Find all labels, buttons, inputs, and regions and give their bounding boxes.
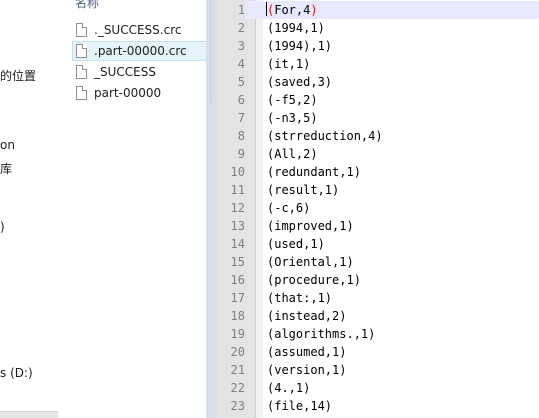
- line-text: (it,1): [267, 57, 311, 71]
- line-text: (file,14): [267, 399, 333, 413]
- brace-match-close: ): [310, 3, 318, 17]
- splitter-divider: [210, 0, 211, 102]
- line-text: (improved,1): [267, 219, 354, 233]
- line-number: 7: [237, 111, 245, 125]
- line-number: 13: [230, 219, 245, 233]
- editor-line[interactable]: 18 (instead,2): [217, 307, 539, 325]
- line-text: (-f5,2): [267, 93, 318, 107]
- editor-line[interactable]: 8 (strreduction,4): [217, 127, 539, 145]
- navigation-pane: 的位置 on 库 ) s (D:): [0, 0, 59, 418]
- line-number: 5: [237, 75, 245, 89]
- editor-line[interactable]: 2 (1994,1): [217, 19, 539, 37]
- line-text: (version,1): [267, 363, 347, 377]
- editor-line[interactable]: 3 (1994),1): [217, 37, 539, 55]
- line-text: (4.,1): [267, 381, 311, 395]
- line-text: (strreduction,4): [267, 129, 383, 143]
- file-name: ._SUCCESS.crc: [94, 23, 182, 37]
- file-icon: [76, 86, 87, 100]
- editor-line[interactable]: 9 (All,2): [217, 145, 539, 163]
- line-text: (All,2): [267, 147, 318, 161]
- line-number: 16: [230, 273, 245, 287]
- line-number: 21: [230, 363, 245, 377]
- editor-line[interactable]: 15 (Oriental,1): [217, 253, 539, 271]
- line-number: 17: [230, 291, 245, 305]
- line-text-middle: For,4: [274, 3, 311, 17]
- editor-line[interactable]: 21 (version,1): [217, 361, 539, 379]
- file-icon: [76, 44, 87, 58]
- line-text: (-c,6): [267, 201, 311, 215]
- line-number: 4: [237, 57, 245, 71]
- line-text: (Oriental,1): [267, 255, 354, 269]
- editor-line[interactable]: 19 (algorithms.,1): [217, 325, 539, 343]
- file-list-pane: 名称 ._SUCCESS.crc .part-00000.crc _SUCCES…: [58, 0, 206, 418]
- line-text: (used,1): [267, 237, 325, 251]
- editor-line[interactable]: 13 (improved,1): [217, 217, 539, 235]
- editor-line[interactable]: 7 (-n3,5): [217, 109, 539, 127]
- line-number: 10: [230, 165, 245, 179]
- line-text: (procedure,1): [267, 273, 361, 287]
- file-icon: [76, 65, 87, 79]
- nav-item-on[interactable]: on: [0, 138, 15, 152]
- editor-line[interactable]: 11 (result,1): [217, 181, 539, 199]
- line-text: (saved,3): [267, 75, 333, 89]
- line-number: 8: [237, 129, 245, 143]
- line-text: (redundant,1): [267, 165, 361, 179]
- line-number: 22: [230, 381, 245, 395]
- line-text: (instead,2): [267, 309, 347, 323]
- line-number: 23: [230, 399, 245, 413]
- file-name: _SUCCESS: [94, 65, 156, 79]
- editor-line[interactable]: 1 (For,4): [217, 1, 539, 19]
- line-text: (result,1): [267, 183, 340, 197]
- line-text: (algorithms.,1): [267, 327, 376, 341]
- line-text: (that:,1): [267, 291, 333, 305]
- editor-line[interactable]: 16 (procedure,1): [217, 271, 539, 289]
- line-number: 3: [237, 39, 245, 53]
- editor-line[interactable]: 4 (it,1): [217, 55, 539, 73]
- nav-item-drive[interactable]: ): [0, 220, 5, 234]
- line-text: (1994),1): [267, 39, 333, 53]
- editor-line[interactable]: 14 (used,1): [217, 235, 539, 253]
- editor-line[interactable]: 23 (file,14): [217, 397, 539, 415]
- line-number: 18: [230, 309, 245, 323]
- line-text: (1994,1): [267, 21, 325, 35]
- line-number: 14: [230, 237, 245, 251]
- editor-line[interactable]: 20 (assumed,1): [217, 343, 539, 361]
- editor-line[interactable]: 5 (saved,3): [217, 73, 539, 91]
- line-number: 2: [237, 21, 245, 35]
- line-number: 11: [230, 183, 245, 197]
- window-splitter[interactable]: [206, 0, 217, 418]
- file-icon: [76, 23, 87, 37]
- line-number: 9: [237, 147, 245, 161]
- name-column-header[interactable]: 名称: [75, 0, 99, 11]
- line-number: 12: [230, 201, 245, 215]
- file-row[interactable]: part-00000: [72, 83, 206, 103]
- line-number: 1: [217, 1, 245, 19]
- nav-item-drive-d[interactable]: s (D:): [0, 366, 33, 380]
- editor-line[interactable]: 12 (-c,6): [217, 199, 539, 217]
- line-number: 20: [230, 345, 245, 359]
- line-text: (assumed,1): [267, 345, 347, 359]
- line-text: (-n3,5): [267, 111, 318, 125]
- file-row-selected[interactable]: .part-00000.crc: [72, 41, 206, 61]
- editor-line[interactable]: 17 (that:,1): [217, 289, 539, 307]
- line-number: 19: [230, 327, 245, 341]
- nav-item-location[interactable]: 的位置: [0, 67, 36, 84]
- nav-item-library[interactable]: 库: [0, 160, 12, 177]
- line-number: 15: [230, 255, 245, 269]
- line-number: 6: [237, 93, 245, 107]
- file-row[interactable]: _SUCCESS: [72, 62, 206, 82]
- text-editor[interactable]: 1 (For,4) 2 (1994,1) 3 (1994),1) 4 (it,1) 5 (save…: [217, 0, 539, 418]
- file-name: part-00000: [94, 86, 162, 100]
- file-row[interactable]: ._SUCCESS.crc: [72, 20, 206, 40]
- editor-line[interactable]: 10 (redundant,1): [217, 163, 539, 181]
- editor-line[interactable]: 6 (-f5,2): [217, 91, 539, 109]
- line-text: (For,4): [266, 1, 318, 19]
- editor-line[interactable]: 22 (4.,1): [217, 379, 539, 397]
- file-name: .part-00000.crc: [94, 44, 187, 58]
- horizontal-scrollbar[interactable]: [0, 411, 58, 418]
